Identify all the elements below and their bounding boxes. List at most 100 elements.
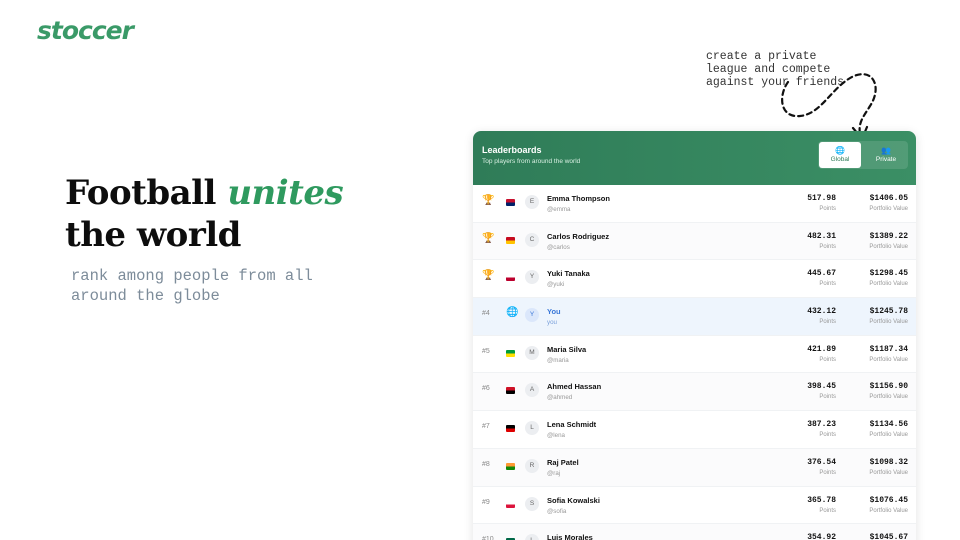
avatar: L bbox=[525, 534, 539, 540]
points-label: Points bbox=[819, 281, 836, 288]
portfolio-value-label: Portfolio Value bbox=[869, 356, 908, 363]
avatar: E bbox=[525, 195, 539, 209]
player-points: 365.78 bbox=[807, 495, 836, 505]
rank-label: #10 bbox=[482, 536, 494, 540]
portfolio-value-label: Portfolio Value bbox=[869, 206, 908, 212]
avatar: Y bbox=[525, 270, 539, 285]
leaderboard-list: 🏆 E Emma Thompson @emma 517.98 Points $1… bbox=[473, 185, 916, 540]
leaderboard-row[interactable]: #6 A Ahmed Hassan @ahmed 398.45 Points $… bbox=[473, 373, 916, 412]
country-flag-icon bbox=[506, 274, 515, 282]
leaderboard-row[interactable]: #8 R Raj Patel @raj 376.54 Points $1098.… bbox=[473, 448, 916, 487]
player-name: Carlos Rodriguez bbox=[547, 231, 610, 241]
country-flag-icon bbox=[506, 199, 515, 206]
player-name: Sofia Kowalski bbox=[547, 495, 600, 505]
avatar: M bbox=[525, 345, 539, 360]
player-handle: @ahmed bbox=[547, 394, 573, 402]
player-handle: @emma bbox=[547, 206, 571, 213]
portfolio-value-label: Portfolio Value bbox=[869, 469, 908, 476]
leaderboard-row[interactable]: #10 L Luis Morales @luis 354.92 Points $… bbox=[473, 524, 916, 540]
player-points: 354.92 bbox=[807, 533, 836, 540]
avatar: S bbox=[525, 496, 539, 511]
users-icon: 👥 bbox=[881, 146, 891, 155]
points-label: Points bbox=[819, 319, 836, 326]
player-points: 517.98 bbox=[807, 194, 836, 203]
player-points: 387.23 bbox=[807, 420, 836, 430]
player-name: Ahmed Hassan bbox=[547, 382, 602, 392]
rank-label: #6 bbox=[482, 385, 490, 393]
country-flag-icon bbox=[506, 387, 515, 395]
country-flag-icon bbox=[506, 236, 515, 244]
globe-icon: 🌐 bbox=[835, 146, 845, 155]
leaderboard-row[interactable]: #7 L Lena Schmidt @lena 387.23 Points $1… bbox=[473, 411, 916, 449]
portfolio-value: $1134.56 bbox=[869, 420, 908, 430]
trophy-icon: 🏆 bbox=[482, 232, 495, 244]
trophy-icon: 🏆 bbox=[482, 195, 495, 206]
hero-subtitle: rank among people from all around the gl… bbox=[71, 267, 313, 305]
hero-title-accent: unites bbox=[227, 173, 344, 213]
points-label: Points bbox=[819, 206, 836, 212]
player-handle: you bbox=[547, 319, 557, 327]
tab-private[interactable]: 👥 Private bbox=[865, 142, 907, 168]
portfolio-value-label: Portfolio Value bbox=[869, 243, 908, 250]
points-label: Points bbox=[819, 394, 836, 401]
player-points: 376.54 bbox=[807, 457, 836, 467]
player-points: 398.45 bbox=[807, 382, 836, 392]
points-label: Points bbox=[819, 469, 836, 476]
portfolio-value: $1245.78 bbox=[869, 307, 908, 317]
points-label: Points bbox=[819, 432, 836, 439]
player-name: You bbox=[547, 307, 561, 317]
player-name: Yuki Tanaka bbox=[547, 269, 590, 279]
hero-title-part-1: Football bbox=[65, 173, 228, 213]
avatar: A bbox=[525, 383, 539, 398]
stoccer-logo[interactable]: stoccer bbox=[37, 16, 134, 45]
player-name: Luis Morales bbox=[547, 533, 593, 540]
rank-label: #5 bbox=[482, 347, 490, 355]
portfolio-value: $1045.67 bbox=[869, 533, 908, 540]
player-handle: @maria bbox=[547, 356, 569, 364]
player-name: Emma Thompson bbox=[547, 194, 610, 203]
country-flag-icon bbox=[506, 349, 515, 357]
tab-global[interactable]: 🌐 Global bbox=[819, 142, 861, 168]
portfolio-value: $1406.05 bbox=[869, 194, 908, 203]
portfolio-value-label: Portfolio Value bbox=[869, 432, 908, 439]
player-name: Lena Schmidt bbox=[547, 420, 597, 430]
country-flag-icon bbox=[506, 425, 515, 433]
player-handle: @lena bbox=[547, 432, 565, 440]
leaderboard-header: Leaderboards Top players from around the… bbox=[473, 131, 916, 185]
leaderboard-row[interactable]: #5 M Maria Silva @maria 421.89 Points $1… bbox=[473, 335, 916, 374]
rank-label: #9 bbox=[482, 498, 490, 506]
portfolio-value: $1156.90 bbox=[869, 382, 908, 392]
player-handle: @raj bbox=[547, 469, 561, 477]
leaderboard-scope-toggle: 🌐 Global 👥 Private bbox=[818, 141, 908, 169]
avatar: Y bbox=[525, 308, 539, 323]
rank-label: #4 bbox=[482, 310, 490, 318]
leaderboard-row[interactable]: 🏆 Y Yuki Tanaka @yuki 445.67 Points $129… bbox=[473, 260, 916, 299]
player-name: Maria Silva bbox=[547, 344, 587, 354]
hero-heading: Football unites the world bbox=[65, 172, 344, 256]
avatar: R bbox=[525, 458, 539, 473]
avatar: C bbox=[525, 232, 539, 247]
rank-label: #7 bbox=[482, 423, 490, 431]
points-label: Points bbox=[819, 507, 836, 514]
leaderboard-row[interactable]: 🏆 C Carlos Rodriguez @carlos 482.31 Poin… bbox=[473, 222, 916, 261]
portfolio-value: $1389.22 bbox=[869, 231, 908, 241]
portfolio-value-label: Portfolio Value bbox=[869, 281, 908, 288]
country-flag-icon bbox=[506, 500, 515, 508]
points-label: Points bbox=[819, 243, 836, 250]
leaderboard-row[interactable]: #9 S Sofia Kowalski @sofia 365.78 Points… bbox=[473, 486, 916, 525]
leaderboard-row[interactable]: 🏆 E Emma Thompson @emma 517.98 Points $1… bbox=[473, 185, 916, 223]
portfolio-value-label: Portfolio Value bbox=[869, 507, 908, 514]
avatar: L bbox=[525, 421, 539, 436]
globe-icon: 🌐 bbox=[506, 307, 519, 319]
leaderboard-row[interactable]: #4 🌐 Y You you 432.12 Points $1245.78 Po… bbox=[473, 298, 916, 336]
player-points: 482.31 bbox=[807, 231, 836, 241]
portfolio-value-label: Portfolio Value bbox=[869, 319, 908, 326]
country-flag-icon bbox=[506, 462, 515, 470]
player-points: 432.12 bbox=[807, 307, 836, 317]
portfolio-value: $1298.45 bbox=[869, 269, 908, 279]
player-name: Raj Patel bbox=[547, 457, 579, 467]
player-handle: @yuki bbox=[547, 281, 565, 289]
player-handle: @sofia bbox=[547, 507, 567, 515]
player-handle: @carlos bbox=[547, 243, 570, 251]
player-points: 445.67 bbox=[807, 269, 836, 279]
